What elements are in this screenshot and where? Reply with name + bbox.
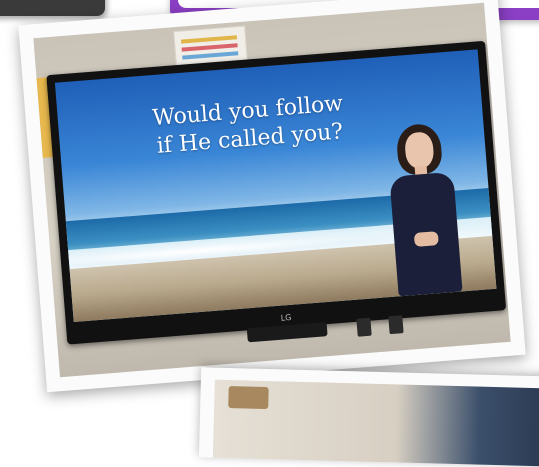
television: Would you follow if He called you? LG	[46, 40, 507, 345]
slide-text: Would you follow if He called you?	[127, 88, 371, 163]
remote-control	[388, 315, 404, 335]
second-photo-scene	[212, 379, 539, 467]
top-left-card-fragment	[0, 0, 105, 16]
girl-figure	[377, 121, 470, 297]
photo-scene: Would you follow if He called you? LG	[33, 2, 511, 378]
tv-screen: Would you follow if He called you?	[54, 49, 497, 322]
girl-hands	[413, 231, 439, 247]
second-photo-fragment	[198, 367, 539, 467]
main-photo: Would you follow if He called you? LG	[18, 0, 526, 393]
tv-brand-logo: LG	[280, 312, 292, 323]
remote-control	[356, 317, 372, 337]
basket	[228, 386, 269, 410]
